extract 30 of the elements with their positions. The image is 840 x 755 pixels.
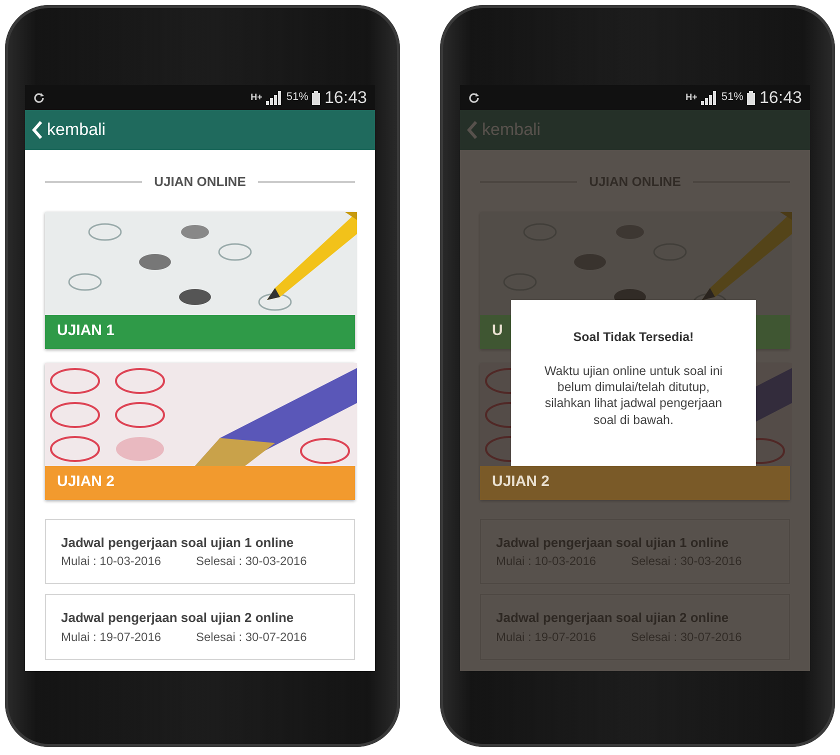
back-icon: [31, 120, 43, 140]
end-date: Selesai : 30-03-2016: [196, 553, 307, 570]
exam-label: UJIAN 2: [57, 472, 115, 492]
refresh-icon: [33, 92, 45, 104]
battery-icon: [312, 90, 320, 104]
start-date: Mulai : 19-07-2016: [61, 628, 162, 646]
network-type-label: H+: [686, 93, 698, 102]
exam-banner[interactable]: UJIAN 2: [480, 466, 790, 500]
battery-icon: [747, 90, 756, 104]
exam-banner[interactable]: UJIAN 1: [45, 314, 355, 348]
schedule-title: Jadwal pengerjaan soal ujian 1 online: [61, 534, 295, 552]
section-title: UJIAN ONLINE: [154, 173, 246, 191]
refresh-icon: [468, 92, 480, 104]
network-type-label: H+: [250, 93, 262, 102]
battery-percentage: 51%: [721, 90, 744, 106]
dialog-title: Soal Tidak Tersedia!: [572, 329, 695, 346]
signal-icon: [701, 90, 718, 104]
end-date: Selesai : 30-07-2016: [196, 628, 307, 646]
dialog-message: Waktu ujian online untuk soal ini belum dimulai/telah ditutup, silahkan lihat jadwal pengerjaan soal di bawah.: [544, 362, 724, 428]
back-link[interactable]: kembali: [31, 117, 106, 143]
exam-label: U: [492, 321, 503, 342]
exam-banner[interactable]: UJIAN 2: [45, 466, 355, 500]
exam-label: UJIAN 2: [492, 472, 550, 492]
schedule-title: Jadwal pengerjaan soal ujian 2 online: [61, 609, 295, 627]
signal-icon: [266, 90, 282, 104]
start-date: Mulai : 10-03-2016: [61, 553, 162, 570]
exam-label: UJIAN 1: [57, 321, 115, 342]
clock: 16:43: [324, 86, 367, 109]
clock: 16:43: [759, 86, 802, 109]
battery-percentage: 51%: [286, 90, 308, 106]
